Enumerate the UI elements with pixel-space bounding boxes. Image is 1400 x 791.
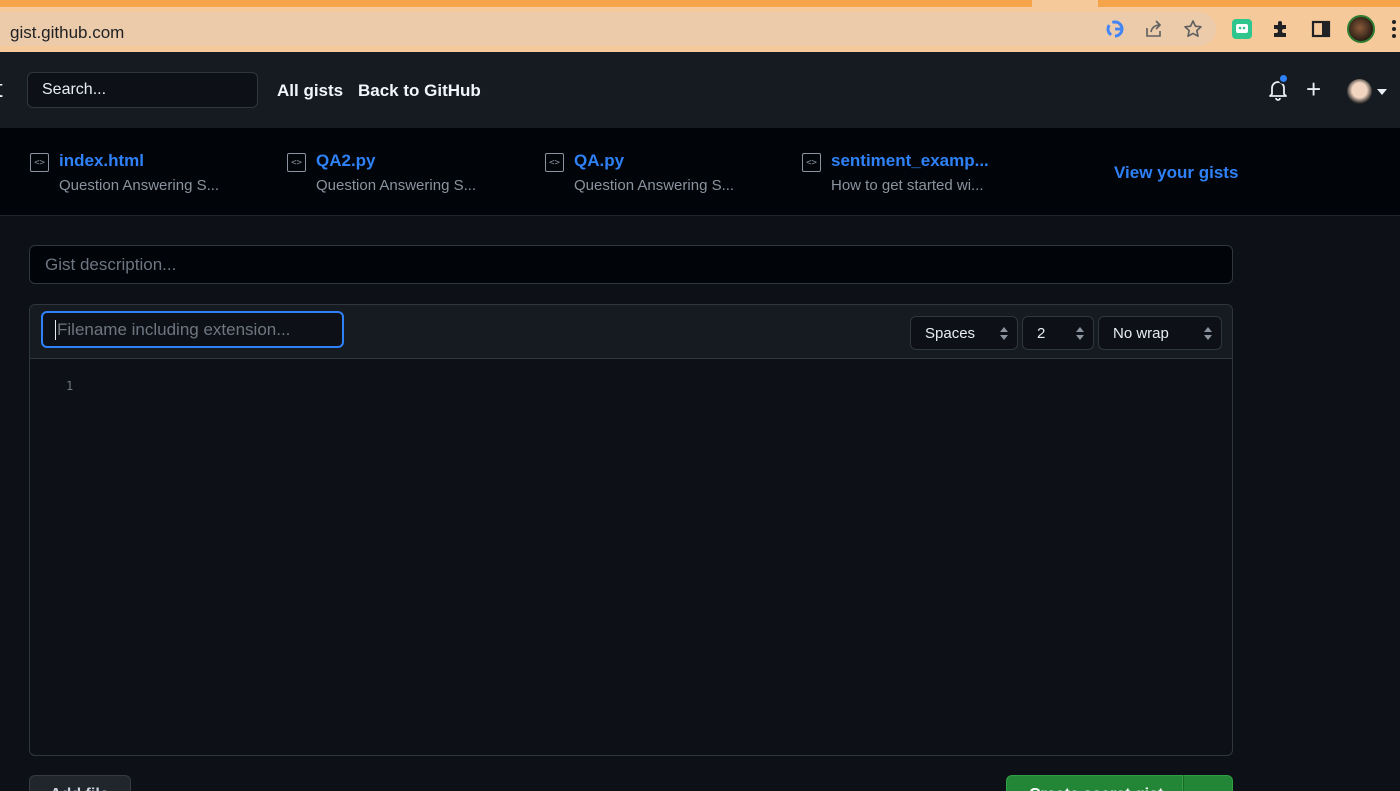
editor-header: Filename including extension... Spaces 2… [30,305,1232,359]
create-gist-button[interactable]: Create secret gist [1006,775,1183,791]
gist-name[interactable]: QA2.py [316,151,376,171]
gist-description: How to get started wi... [831,177,984,194]
select-arrows-icon [1076,326,1084,342]
indent-mode-select[interactable]: Spaces [910,316,1018,350]
nav-all-gists[interactable]: All gists [277,81,343,101]
filename-input[interactable]: Filename including extension... [41,311,344,348]
wrap-mode-value: No wrap [1113,324,1169,342]
extension-icon[interactable] [1231,18,1253,40]
plus-icon[interactable]: + [1306,76,1321,102]
select-arrows-icon [1000,326,1008,342]
indent-size-select[interactable]: 2 [1022,316,1094,350]
site-header: t Search... All gists Back to GitHub + [0,52,1400,128]
caret-down-icon[interactable] [1377,89,1387,95]
select-arrows-icon [1204,326,1212,342]
site-logo[interactable]: t [0,76,3,104]
code-file-icon: <> [30,153,49,172]
gist-description: Question Answering S... [316,177,477,194]
menu-icon[interactable] [1392,20,1396,38]
file-editor: Filename including extension... Spaces 2… [29,304,1233,756]
gist-name[interactable]: QA.py [574,151,624,171]
view-your-gists-link[interactable]: View your gists [1114,163,1238,183]
side-panel-icon[interactable] [1310,18,1332,40]
code-file-icon: <> [802,153,821,172]
share-icon[interactable] [1143,18,1165,40]
code-file-icon: <> [287,153,306,172]
tab-gap [1032,0,1098,7]
recent-gists-bar: <> index.html Question Answering S... <>… [0,128,1400,216]
gist-description: Question Answering S... [59,177,220,194]
wrap-mode-select[interactable]: No wrap [1098,316,1222,350]
profile-avatar[interactable] [1347,15,1375,43]
code-file-icon: <> [545,153,564,172]
puzzle-icon[interactable] [1270,18,1292,40]
text-cursor [55,319,56,340]
avatar[interactable] [1347,79,1372,104]
gist-name[interactable]: sentiment_examp... [831,151,989,171]
add-file-button[interactable]: Add file [29,775,131,791]
gist-description-input[interactable]: Gist description... [29,245,1233,284]
browser-tab-strip [0,0,1400,7]
create-options-dropdown[interactable] [1183,775,1233,791]
gist-name[interactable]: index.html [59,151,144,171]
google-icon[interactable] [1104,18,1126,40]
indent-mode-value: Spaces [925,324,976,342]
url-text[interactable]: gist.github.com [10,23,124,43]
gist-description: Question Answering S... [574,177,735,194]
nav-back-to-github[interactable]: Back to GitHub [358,81,481,101]
star-icon[interactable] [1182,18,1204,40]
filename-placeholder: Filename including extension... [57,319,291,339]
search-input[interactable]: Search... [27,72,258,108]
notification-indicator [1278,73,1289,84]
address-bar[interactable]: gist.github.com [0,12,1216,46]
line-number: 1 [66,379,74,393]
browser-toolbar: gist.github.com [0,7,1400,52]
indent-size-value: 2 [1037,324,1046,342]
